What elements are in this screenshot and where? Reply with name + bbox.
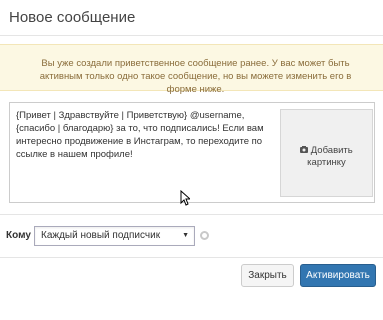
recipient-selected-value: Каждый новый подписчик <box>41 230 161 241</box>
add-image-label: Добавить картинку <box>307 145 353 168</box>
notice-text: Вы уже создали приветственное сообщение … <box>39 58 352 95</box>
chevron-down-icon: ▼ <box>182 232 189 239</box>
notice-alert: Вы уже создали приветственное сообщение … <box>0 44 383 95</box>
modal-title: Новое сообщение <box>9 9 136 26</box>
camera-icon <box>300 145 311 155</box>
close-button[interactable]: Закрыть <box>241 264 294 287</box>
new-message-modal: Новое сообщение Вы уже создали приветств… <box>0 0 383 320</box>
modal-header: Новое сообщение <box>0 0 383 36</box>
recipient-select[interactable]: Каждый новый подписчик ▼ <box>34 226 195 246</box>
activate-button[interactable]: Активировать <box>300 264 376 287</box>
recipient-label: Кому <box>6 230 31 241</box>
mouse-cursor-icon <box>180 189 192 211</box>
add-image-button[interactable]: Добавить картинку <box>280 109 373 197</box>
modal-bottom <box>0 296 383 320</box>
message-textarea[interactable]: {Привет | Здравствуйте | Приветствую} @u… <box>16 109 278 161</box>
message-editor[interactable]: {Привет | Здравствуйте | Приветствую} @u… <box>9 102 375 203</box>
section-divider <box>0 214 383 215</box>
loading-spinner-icon <box>200 231 209 240</box>
footer-divider <box>0 257 383 258</box>
